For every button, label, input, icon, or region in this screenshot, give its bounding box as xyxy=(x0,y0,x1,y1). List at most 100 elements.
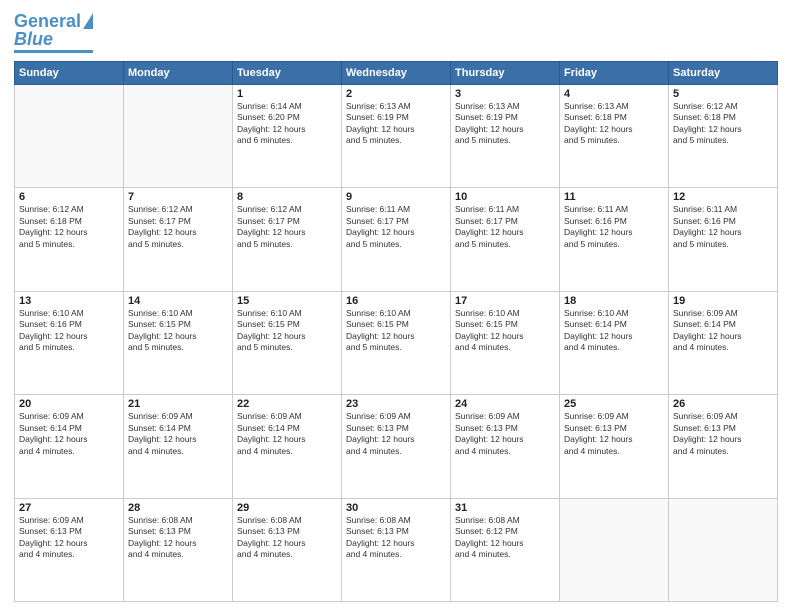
cell-content: Sunrise: 6:08 AM Sunset: 6:12 PM Dayligh… xyxy=(455,515,555,561)
calendar-cell: 4Sunrise: 6:13 AM Sunset: 6:18 PM Daylig… xyxy=(560,85,669,188)
weekday-header: Monday xyxy=(124,62,233,85)
day-number: 2 xyxy=(346,88,446,100)
cell-content: Sunrise: 6:09 AM Sunset: 6:13 PM Dayligh… xyxy=(19,515,119,561)
day-number: 4 xyxy=(564,88,664,100)
calendar-cell: 11Sunrise: 6:11 AM Sunset: 6:16 PM Dayli… xyxy=(560,188,669,291)
cell-content: Sunrise: 6:09 AM Sunset: 6:13 PM Dayligh… xyxy=(346,411,446,457)
logo-underline xyxy=(14,50,93,53)
cell-content: Sunrise: 6:09 AM Sunset: 6:13 PM Dayligh… xyxy=(455,411,555,457)
header: General Blue xyxy=(14,12,778,53)
weekday-header: Friday xyxy=(560,62,669,85)
calendar-cell: 1Sunrise: 6:14 AM Sunset: 6:20 PM Daylig… xyxy=(233,85,342,188)
calendar-week-row: 13Sunrise: 6:10 AM Sunset: 6:16 PM Dayli… xyxy=(15,291,778,394)
cell-content: Sunrise: 6:12 AM Sunset: 6:17 PM Dayligh… xyxy=(128,204,228,250)
page: General Blue SundayMondayTuesdayWednesda… xyxy=(0,0,792,612)
cell-content: Sunrise: 6:09 AM Sunset: 6:14 PM Dayligh… xyxy=(673,308,773,354)
cell-content: Sunrise: 6:09 AM Sunset: 6:14 PM Dayligh… xyxy=(128,411,228,457)
day-number: 22 xyxy=(237,398,337,410)
cell-content: Sunrise: 6:12 AM Sunset: 6:18 PM Dayligh… xyxy=(673,101,773,147)
calendar-week-row: 1Sunrise: 6:14 AM Sunset: 6:20 PM Daylig… xyxy=(15,85,778,188)
calendar-cell xyxy=(560,498,669,601)
calendar-week-row: 6Sunrise: 6:12 AM Sunset: 6:18 PM Daylig… xyxy=(15,188,778,291)
cell-content: Sunrise: 6:12 AM Sunset: 6:18 PM Dayligh… xyxy=(19,204,119,250)
day-number: 23 xyxy=(346,398,446,410)
day-number: 31 xyxy=(455,502,555,514)
calendar-cell xyxy=(15,85,124,188)
cell-content: Sunrise: 6:10 AM Sunset: 6:16 PM Dayligh… xyxy=(19,308,119,354)
calendar-week-row: 20Sunrise: 6:09 AM Sunset: 6:14 PM Dayli… xyxy=(15,395,778,498)
calendar-header-row: SundayMondayTuesdayWednesdayThursdayFrid… xyxy=(15,62,778,85)
weekday-header: Tuesday xyxy=(233,62,342,85)
weekday-header: Saturday xyxy=(669,62,778,85)
weekday-header: Sunday xyxy=(15,62,124,85)
calendar-cell: 5Sunrise: 6:12 AM Sunset: 6:18 PM Daylig… xyxy=(669,85,778,188)
calendar-cell: 20Sunrise: 6:09 AM Sunset: 6:14 PM Dayli… xyxy=(15,395,124,498)
day-number: 16 xyxy=(346,295,446,307)
weekday-header: Wednesday xyxy=(342,62,451,85)
calendar-cell: 2Sunrise: 6:13 AM Sunset: 6:19 PM Daylig… xyxy=(342,85,451,188)
day-number: 25 xyxy=(564,398,664,410)
cell-content: Sunrise: 6:10 AM Sunset: 6:14 PM Dayligh… xyxy=(564,308,664,354)
cell-content: Sunrise: 6:10 AM Sunset: 6:15 PM Dayligh… xyxy=(455,308,555,354)
day-number: 13 xyxy=(19,295,119,307)
calendar-cell xyxy=(669,498,778,601)
day-number: 24 xyxy=(455,398,555,410)
calendar-cell: 16Sunrise: 6:10 AM Sunset: 6:15 PM Dayli… xyxy=(342,291,451,394)
calendar-cell: 13Sunrise: 6:10 AM Sunset: 6:16 PM Dayli… xyxy=(15,291,124,394)
calendar-cell: 15Sunrise: 6:10 AM Sunset: 6:15 PM Dayli… xyxy=(233,291,342,394)
cell-content: Sunrise: 6:13 AM Sunset: 6:18 PM Dayligh… xyxy=(564,101,664,147)
cell-content: Sunrise: 6:11 AM Sunset: 6:16 PM Dayligh… xyxy=(673,204,773,250)
cell-content: Sunrise: 6:09 AM Sunset: 6:13 PM Dayligh… xyxy=(564,411,664,457)
cell-content: Sunrise: 6:09 AM Sunset: 6:14 PM Dayligh… xyxy=(237,411,337,457)
cell-content: Sunrise: 6:08 AM Sunset: 6:13 PM Dayligh… xyxy=(128,515,228,561)
cell-content: Sunrise: 6:08 AM Sunset: 6:13 PM Dayligh… xyxy=(346,515,446,561)
calendar-cell: 9Sunrise: 6:11 AM Sunset: 6:17 PM Daylig… xyxy=(342,188,451,291)
calendar-cell: 3Sunrise: 6:13 AM Sunset: 6:19 PM Daylig… xyxy=(451,85,560,188)
day-number: 9 xyxy=(346,191,446,203)
day-number: 30 xyxy=(346,502,446,514)
day-number: 21 xyxy=(128,398,228,410)
calendar-cell: 27Sunrise: 6:09 AM Sunset: 6:13 PM Dayli… xyxy=(15,498,124,601)
cell-content: Sunrise: 6:13 AM Sunset: 6:19 PM Dayligh… xyxy=(346,101,446,147)
cell-content: Sunrise: 6:14 AM Sunset: 6:20 PM Dayligh… xyxy=(237,101,337,147)
day-number: 19 xyxy=(673,295,773,307)
calendar-cell: 23Sunrise: 6:09 AM Sunset: 6:13 PM Dayli… xyxy=(342,395,451,498)
calendar-cell: 19Sunrise: 6:09 AM Sunset: 6:14 PM Dayli… xyxy=(669,291,778,394)
logo-general: General xyxy=(14,11,81,31)
calendar-cell: 6Sunrise: 6:12 AM Sunset: 6:18 PM Daylig… xyxy=(15,188,124,291)
cell-content: Sunrise: 6:13 AM Sunset: 6:19 PM Dayligh… xyxy=(455,101,555,147)
calendar-week-row: 27Sunrise: 6:09 AM Sunset: 6:13 PM Dayli… xyxy=(15,498,778,601)
calendar-cell: 29Sunrise: 6:08 AM Sunset: 6:13 PM Dayli… xyxy=(233,498,342,601)
calendar-cell: 26Sunrise: 6:09 AM Sunset: 6:13 PM Dayli… xyxy=(669,395,778,498)
logo: General Blue xyxy=(14,12,93,53)
cell-content: Sunrise: 6:11 AM Sunset: 6:17 PM Dayligh… xyxy=(346,204,446,250)
cell-content: Sunrise: 6:09 AM Sunset: 6:14 PM Dayligh… xyxy=(19,411,119,457)
logo-blue: Blue xyxy=(14,30,53,48)
cell-content: Sunrise: 6:08 AM Sunset: 6:13 PM Dayligh… xyxy=(237,515,337,561)
day-number: 7 xyxy=(128,191,228,203)
calendar-cell: 18Sunrise: 6:10 AM Sunset: 6:14 PM Dayli… xyxy=(560,291,669,394)
day-number: 29 xyxy=(237,502,337,514)
weekday-header: Thursday xyxy=(451,62,560,85)
cell-content: Sunrise: 6:11 AM Sunset: 6:16 PM Dayligh… xyxy=(564,204,664,250)
day-number: 14 xyxy=(128,295,228,307)
day-number: 15 xyxy=(237,295,337,307)
calendar-cell xyxy=(124,85,233,188)
calendar-cell: 7Sunrise: 6:12 AM Sunset: 6:17 PM Daylig… xyxy=(124,188,233,291)
day-number: 6 xyxy=(19,191,119,203)
calendar-cell: 21Sunrise: 6:09 AM Sunset: 6:14 PM Dayli… xyxy=(124,395,233,498)
day-number: 18 xyxy=(564,295,664,307)
cell-content: Sunrise: 6:09 AM Sunset: 6:13 PM Dayligh… xyxy=(673,411,773,457)
day-number: 26 xyxy=(673,398,773,410)
calendar-cell: 30Sunrise: 6:08 AM Sunset: 6:13 PM Dayli… xyxy=(342,498,451,601)
logo-triangle-icon xyxy=(83,13,93,29)
day-number: 8 xyxy=(237,191,337,203)
day-number: 28 xyxy=(128,502,228,514)
day-number: 5 xyxy=(673,88,773,100)
cell-content: Sunrise: 6:10 AM Sunset: 6:15 PM Dayligh… xyxy=(237,308,337,354)
day-number: 11 xyxy=(564,191,664,203)
calendar-table: SundayMondayTuesdayWednesdayThursdayFrid… xyxy=(14,61,778,602)
calendar-cell: 24Sunrise: 6:09 AM Sunset: 6:13 PM Dayli… xyxy=(451,395,560,498)
calendar-cell: 14Sunrise: 6:10 AM Sunset: 6:15 PM Dayli… xyxy=(124,291,233,394)
day-number: 12 xyxy=(673,191,773,203)
